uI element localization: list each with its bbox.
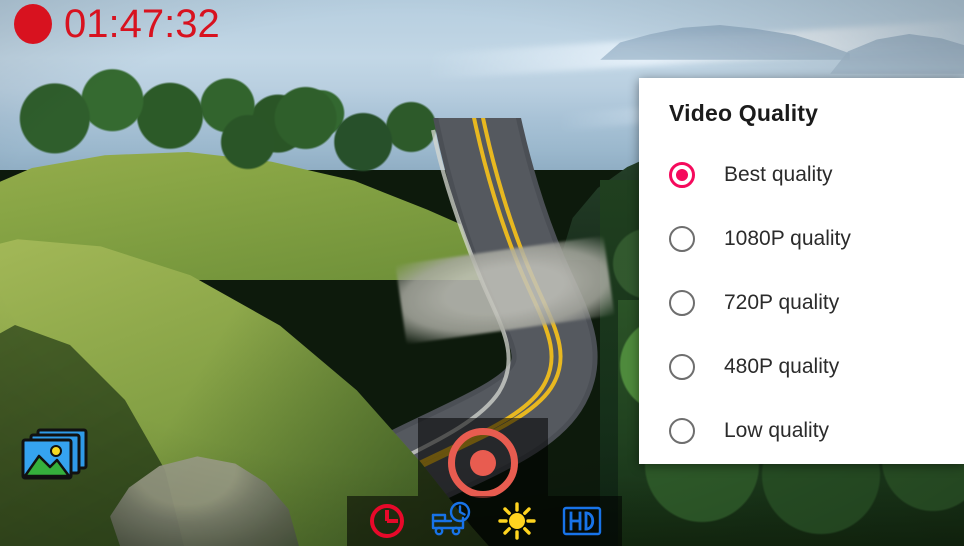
video-quality-button[interactable] [558, 500, 606, 542]
truck-clock-icon [431, 501, 471, 536]
quality-option-1080p[interactable]: 1080P quality [639, 207, 964, 271]
radio-button[interactable] [669, 418, 695, 444]
quality-option-label: 1080P quality [724, 227, 851, 250]
quality-option-label: 720P quality [724, 291, 840, 314]
quality-option-label: Best quality [724, 163, 833, 186]
brightness-button[interactable] [493, 500, 541, 542]
hd-badge-icon [562, 506, 601, 536]
clock-icon [370, 504, 405, 538]
quality-option-label: Low quality [724, 419, 830, 442]
parking-monitor-button[interactable] [428, 500, 476, 542]
quality-options-list: Best quality 1080P quality 720P quality … [639, 127, 964, 463]
quality-option-720p[interactable]: 720P quality [639, 271, 964, 335]
app-root: 01:47:32 Video Quality Best quality 1080… [0, 0, 964, 546]
bottom-toolbar [347, 496, 622, 546]
record-dot-icon [14, 4, 52, 44]
dialog-title: Video Quality [669, 100, 819, 126]
quality-option-480p[interactable]: 480P quality [639, 335, 964, 399]
radio-button-selected[interactable] [669, 162, 695, 188]
gallery-button[interactable] [18, 425, 90, 487]
quality-option-low[interactable]: Low quality [639, 399, 964, 463]
radio-button[interactable] [669, 290, 695, 316]
loop-duration-button[interactable] [363, 500, 411, 542]
radio-button[interactable] [669, 226, 695, 252]
video-quality-dialog: Video Quality Best quality 1080P quality… [639, 78, 964, 464]
quality-option-best[interactable]: Best quality [639, 143, 964, 207]
sun-icon [498, 502, 536, 540]
recording-indicator: 01:47:32 [14, 4, 220, 44]
record-button[interactable] [448, 428, 518, 498]
radio-button[interactable] [669, 354, 695, 380]
quality-option-label: 480P quality [724, 355, 840, 378]
recording-elapsed-time: 01:47:32 [64, 2, 220, 46]
